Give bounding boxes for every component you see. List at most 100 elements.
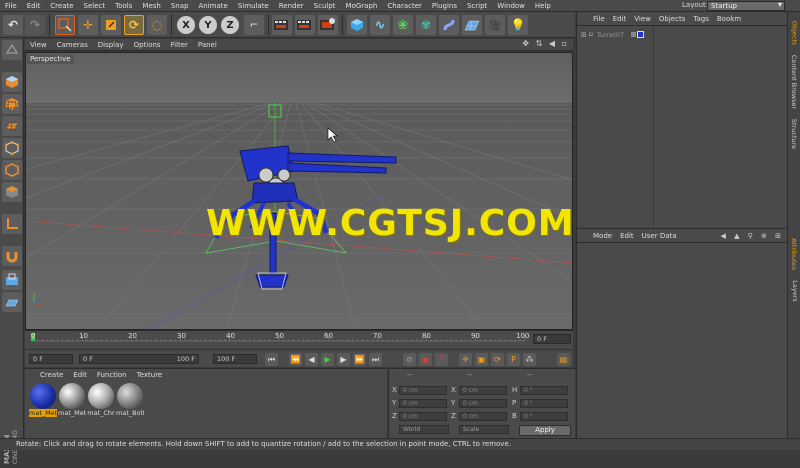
position-z-field[interactable]: 0 cm	[399, 412, 447, 421]
scale-icon[interactable]	[101, 15, 121, 35]
menu-sculpt[interactable]: Sculpt	[309, 2, 341, 10]
object-menu-file[interactable]: File	[589, 15, 609, 23]
scale-key-icon[interactable]: ▣	[475, 353, 488, 366]
menu-window[interactable]: Window	[492, 2, 530, 10]
material-swatch[interactable]: mat_Met	[29, 383, 57, 419]
recent-tools-icon[interactable]: ◌	[147, 15, 167, 35]
menu-script[interactable]: Script	[462, 2, 492, 10]
viewport-menu-display[interactable]: Display	[93, 41, 129, 49]
menu-character[interactable]: Character	[382, 2, 427, 10]
move-icon[interactable]: ✛	[78, 15, 98, 35]
subdivision-surface-icon[interactable]: ❀	[393, 15, 413, 35]
tab-attributes[interactable]: Attributes	[788, 234, 800, 274]
position-x-field[interactable]: 0 cm	[399, 386, 447, 395]
menu-create[interactable]: Create	[45, 2, 78, 10]
workplane-icon[interactable]	[2, 116, 22, 136]
tab-structure[interactable]: Structure	[788, 116, 800, 152]
axis-y-lock[interactable]: Y	[199, 16, 217, 34]
floor-icon[interactable]	[462, 15, 482, 35]
undo-icon[interactable]: ↶	[3, 15, 23, 35]
edges-mode-icon[interactable]	[2, 160, 22, 180]
end-frame-field[interactable]: 100 F	[213, 354, 257, 364]
render-picture-viewer-icon[interactable]	[295, 15, 315, 35]
size-z-field[interactable]: 0 cm	[459, 412, 507, 421]
layout-select[interactable]: Startup	[707, 1, 785, 11]
make-editable-icon[interactable]	[2, 40, 22, 60]
material-menu-edit[interactable]: Edit	[68, 371, 92, 379]
viewport-menu-cameras[interactable]: Cameras	[52, 41, 93, 49]
position-y-field[interactable]: 0 cm	[399, 399, 447, 408]
timeline-ruler[interactable]: 0 10 20 30 40 50 60 70 80 90 100 0 F	[25, 330, 573, 349]
cube-icon[interactable]	[347, 15, 367, 35]
texture-mode-icon[interactable]	[2, 94, 22, 114]
coord-mode-select[interactable]: Scale	[459, 425, 509, 434]
size-y-field[interactable]: 0 cm	[459, 399, 507, 408]
goto-start-icon[interactable]: ⏮	[265, 353, 278, 366]
spline-pen-icon[interactable]: ∿	[370, 15, 390, 35]
coordinate-system-icon[interactable]: ⌐	[244, 15, 264, 35]
material-swatch[interactable]: mat_Met	[58, 383, 86, 419]
keyframe-selection-icon[interactable]: ?	[435, 353, 448, 366]
render-view-icon[interactable]	[272, 15, 292, 35]
next-frame-icon[interactable]: ▶	[337, 353, 350, 366]
attribute-nav-icons[interactable]: ◀ ▲ ⚲ ⊕ ⊞	[720, 232, 787, 240]
material-swatch[interactable]: mat_Chr	[87, 383, 115, 419]
menu-animate[interactable]: Animate	[193, 2, 232, 10]
start-frame-field[interactable]: 0 F	[29, 354, 73, 364]
material-menu-create[interactable]: Create	[35, 371, 68, 379]
object-menu-edit[interactable]: Edit	[609, 15, 631, 23]
viewport-menu-options[interactable]: Options	[129, 41, 166, 49]
points-mode-icon[interactable]	[2, 138, 22, 158]
parameter-key-icon[interactable]: P	[507, 353, 520, 366]
tab-layers[interactable]: Layers	[788, 278, 800, 304]
rotate-icon[interactable]: ⟳	[124, 15, 144, 35]
snapping-magnet-icon[interactable]	[2, 246, 22, 266]
apply-button[interactable]: Apply	[519, 425, 571, 436]
autokey-icon[interactable]: ◉	[419, 353, 432, 366]
viewport-nav-icons[interactable]: ✥ ⇅ ◀ ▫	[522, 39, 569, 48]
previous-frame-icon[interactable]: ◀	[305, 353, 318, 366]
material-menu-texture[interactable]: Texture	[132, 371, 168, 379]
render-settings-icon[interactable]	[318, 15, 338, 35]
array-icon[interactable]: ✾	[416, 15, 436, 35]
menu-render[interactable]: Render	[274, 2, 309, 10]
attribute-menu-mode[interactable]: Mode	[589, 232, 616, 240]
tab-objects[interactable]: Objects	[788, 18, 800, 48]
expand-icon[interactable]: ⊞	[581, 31, 587, 39]
live-selection-icon[interactable]	[55, 15, 75, 35]
record-active-icon[interactable]: ⊘	[403, 353, 416, 366]
menu-edit[interactable]: Edit	[22, 2, 46, 10]
size-x-field[interactable]: 0 cm	[459, 386, 507, 395]
menu-snap[interactable]: Snap	[166, 2, 194, 10]
visibility-dot[interactable]	[631, 32, 636, 37]
object-menu-bookmarks[interactable]: Bookm	[713, 15, 745, 23]
menu-mesh[interactable]: Mesh	[137, 2, 165, 10]
play-icon[interactable]: ▶	[321, 353, 334, 366]
rotation-h-field[interactable]: 0 °	[520, 386, 568, 395]
light-icon[interactable]: 💡	[508, 15, 528, 35]
current-frame-field[interactable]: 0 F	[533, 334, 571, 344]
preview-range-slider[interactable]: 0 F 100 F	[79, 354, 199, 364]
redo-icon[interactable]: ↷	[25, 15, 45, 35]
menu-simulate[interactable]: Simulate	[233, 2, 274, 10]
object-menu-objects[interactable]: Objects	[655, 15, 689, 23]
perspective-viewport[interactable]: Perspective WWW.CGTSJ.COM	[25, 52, 573, 330]
attribute-menu-userdata[interactable]: User Data	[638, 232, 681, 240]
axis-z-lock[interactable]: Z	[221, 16, 239, 34]
axis-mode-icon[interactable]	[2, 214, 22, 234]
rotation-key-icon[interactable]: ⟳	[491, 353, 504, 366]
coord-space-select[interactable]: World	[399, 425, 449, 434]
viewport-menu-view[interactable]: View	[25, 41, 52, 49]
menu-plugins[interactable]: Plugins	[427, 2, 462, 10]
object-menu-tags[interactable]: Tags	[689, 15, 713, 23]
camera-icon[interactable]: 🎥	[485, 15, 505, 35]
position-key-icon[interactable]: ✛	[459, 353, 472, 366]
object-row[interactable]: ⊞ ⌑ Turret07	[581, 31, 781, 41]
menu-tools[interactable]: Tools	[110, 2, 137, 10]
viewport-menu-panel[interactable]: Panel	[193, 41, 222, 49]
menu-mograph[interactable]: MoGraph	[341, 2, 383, 10]
attribute-menu-edit[interactable]: Edit	[616, 232, 638, 240]
point-level-icon[interactable]: ⁂	[523, 353, 536, 366]
timeline-window-icon[interactable]: ▤	[557, 353, 570, 366]
material-swatch[interactable]: mat_Bolt	[116, 383, 144, 419]
